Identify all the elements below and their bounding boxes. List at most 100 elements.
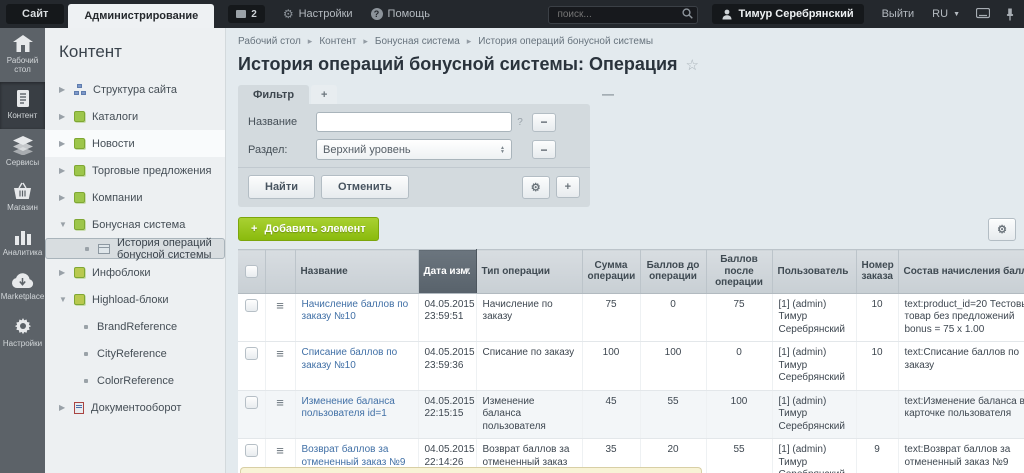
find-button[interactable]: Найти <box>248 175 315 199</box>
topbar: Сайт Администрирование 2 ⚙ Настройки ? П… <box>0 0 1024 28</box>
cell-name[interactable]: Начисление баллов по заказу №10 <box>295 293 418 342</box>
row-checkbox[interactable] <box>245 299 258 312</box>
hint-icon[interactable]: ? <box>512 117 528 128</box>
column-header[interactable]: Баллов после операции <box>706 250 772 294</box>
row-checkbox[interactable] <box>245 444 258 457</box>
favorite-star-icon[interactable]: ☆ <box>686 56 699 74</box>
tree-item-каталоги[interactable]: ▶Каталоги <box>45 103 225 130</box>
chevron-right-icon[interactable]: ▶ <box>59 403 67 412</box>
breadcrumb-item[interactable]: Бонусная система <box>375 36 460 47</box>
collapse-filter-button[interactable]: — <box>602 87 614 101</box>
add-filter-button[interactable]: + <box>556 176 580 198</box>
filter-tab[interactable]: Фильтр <box>238 85 309 104</box>
settings-link[interactable]: ⚙ Настройки <box>283 7 353 21</box>
rail-item-label: Аналитика <box>3 248 43 257</box>
chevron-down-icon[interactable]: ▼ <box>59 295 67 304</box>
tree-item-label: Новости <box>92 138 135 150</box>
filter-name-input[interactable] <box>316 112 512 132</box>
column-header[interactable]: Состав начисления баллов <box>898 250 1024 294</box>
table-row: ≡Списание баллов по заказу №1004.05.2015… <box>238 342 1024 391</box>
add-element-button[interactable]: + Добавить элемент <box>238 217 379 241</box>
tree-item-label: BrandReference <box>97 321 177 333</box>
search-input[interactable] <box>548 6 698 24</box>
column-header[interactable]: Дата изм.▼ <box>418 250 476 294</box>
row-menu-icon[interactable]: ≡ <box>276 298 284 313</box>
tree-item-компании[interactable]: ▶Компании <box>45 184 225 211</box>
rail-item-контент[interactable]: Контент <box>0 82 45 128</box>
tree-item-новости[interactable]: ▶ Новости <box>45 130 225 157</box>
chevron-right-icon[interactable]: ▶ <box>59 268 67 277</box>
tree-item-инфоблоки[interactable]: ▶Инфоблоки <box>45 259 225 286</box>
page-title-text: История операций бонусной системы: Опера… <box>238 54 678 75</box>
cell-after: 55 <box>706 439 772 473</box>
main-content: Рабочий стол▸Контент▸Бонусная система▸Ис… <box>226 28 1024 473</box>
tree-item-торговые-предложения[interactable]: ▶Торговые предложения <box>45 157 225 184</box>
cell-sum: 45 <box>582 390 640 439</box>
table-icon <box>98 244 110 254</box>
chevron-down-icon[interactable]: ▼ <box>59 220 67 229</box>
row-menu-icon[interactable]: ≡ <box>276 395 284 410</box>
tree-item-colorreference[interactable]: ColorReference <box>45 367 225 394</box>
row-menu-icon[interactable]: ≡ <box>276 346 284 361</box>
cell-before: 55 <box>640 390 706 439</box>
rail-item-аналитика[interactable]: Аналитика <box>0 220 45 265</box>
bullet-icon <box>84 352 88 356</box>
cell-type: Изменение баланса пользователя <box>476 390 582 439</box>
rail-item-рабочий-стол[interactable]: Рабочий стол <box>0 28 45 82</box>
cell-order: 10 <box>856 342 898 391</box>
analytics-icon <box>13 227 33 245</box>
breadcrumb-item[interactable]: Контент <box>319 36 356 47</box>
tab-site[interactable]: Сайт <box>6 4 64 24</box>
user-button[interactable]: Тимур Серебрянский <box>712 4 863 24</box>
breadcrumb-item[interactable]: История операций бонусной системы <box>478 36 653 47</box>
tree-item-highload-блоки[interactable]: ▼ Highload-блоки <box>45 286 225 313</box>
tree-item-документооборот[interactable]: ▶Документооборот <box>45 394 225 421</box>
cell-name[interactable]: Списание баллов по заказу №10 <box>295 342 418 391</box>
filter-section-label: Раздел: <box>248 144 316 156</box>
chevron-right-icon[interactable]: ▶ <box>59 112 67 121</box>
section-select[interactable]: Верхний уровень ▲▼ <box>316 139 512 160</box>
tree-item-бонусная-система[interactable]: ▼Бонусная система <box>45 211 225 238</box>
tree-item-история-операций-бонусной-системы[interactable]: История операций бонусной системы <box>45 238 225 259</box>
filter-panel: Фильтр + — Название ? − Раздел: Верхний … <box>238 85 590 207</box>
column-header[interactable]: Название <box>295 250 418 294</box>
remove-filter-field-button[interactable]: − <box>532 113 556 132</box>
column-header[interactable]: Сумма операции <box>582 250 640 294</box>
pin-button[interactable] <box>1006 8 1014 21</box>
row-checkbox[interactable] <box>245 396 258 409</box>
tree-item-cityreference[interactable]: CityReference <box>45 340 225 367</box>
rail-item-магазин[interactable]: Магазин <box>0 175 45 220</box>
tab-admin[interactable]: Администрирование <box>68 4 214 28</box>
add-filter-tab-button[interactable]: + <box>311 85 337 104</box>
header-checkbox[interactable] <box>245 265 258 278</box>
filter-settings-button[interactable]: ⚙ <box>522 176 550 199</box>
grid-settings-button[interactable]: ⚙ <box>988 218 1016 241</box>
notifications-button[interactable]: 2 <box>228 5 265 23</box>
lang-select[interactable]: RU ▼ <box>932 8 960 20</box>
sort-desc-icon: ▼ <box>464 266 472 275</box>
cancel-button[interactable]: Отменить <box>321 175 409 199</box>
tree-item-brandreference[interactable]: BrandReference <box>45 313 225 340</box>
tree-item-структура-сайта[interactable]: ▶Структура сайта <box>45 76 225 103</box>
chevron-right-icon[interactable]: ▶ <box>59 166 67 175</box>
tree-item-label: Highload-блоки <box>92 294 169 306</box>
column-header[interactable]: Номер заказа <box>856 250 898 294</box>
column-header[interactable]: Пользователь <box>772 250 856 294</box>
logout-link[interactable]: Выйти <box>882 8 915 20</box>
column-header[interactable]: Баллов до операции <box>640 250 706 294</box>
rail-item-marketplace[interactable]: Marketplace <box>0 265 45 309</box>
chevron-right-icon[interactable]: ▶ <box>59 193 67 202</box>
remove-filter-field-button[interactable]: − <box>532 140 556 159</box>
help-link[interactable]: ? Помощь <box>371 8 431 20</box>
desktop-view-button[interactable] <box>976 8 990 20</box>
chevron-right-icon[interactable]: ▶ <box>59 85 67 94</box>
rail-item-настройки[interactable]: Настройки <box>0 309 45 356</box>
row-menu-icon[interactable]: ≡ <box>276 443 284 458</box>
chevron-right-icon[interactable]: ▶ <box>59 139 67 148</box>
column-header[interactable]: Тип операции <box>476 250 582 294</box>
rail-item-сервисы[interactable]: Сервисы <box>0 129 45 175</box>
row-checkbox[interactable] <box>245 347 258 360</box>
search-icon[interactable] <box>682 8 693 19</box>
breadcrumb-item[interactable]: Рабочий стол <box>238 36 301 47</box>
cell-name[interactable]: Изменение баланса пользователя id=1 <box>295 390 418 439</box>
